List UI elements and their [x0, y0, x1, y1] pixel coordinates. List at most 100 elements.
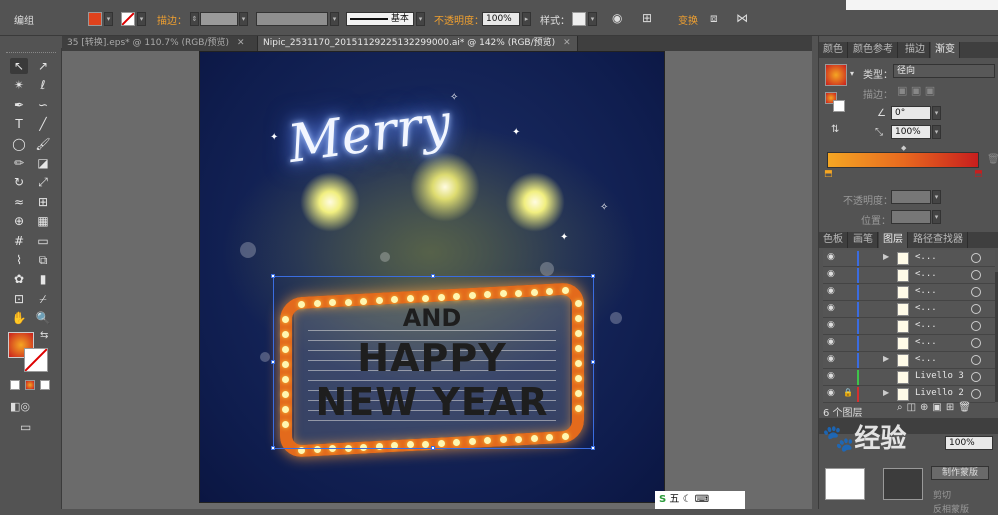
- direct-selection-tool-icon[interactable]: ↗: [34, 58, 52, 74]
- target-circle-icon[interactable]: [971, 372, 981, 382]
- tab-gradient[interactable]: 渐变: [931, 42, 960, 58]
- eye-icon[interactable]: ◉: [827, 320, 835, 330]
- chevron-down-icon[interactable]: ▾: [850, 69, 854, 78]
- layer-row[interactable]: ◉ ▶ <...: [823, 352, 995, 369]
- fill-swatch[interactable]: [88, 12, 102, 26]
- graphic-style-swatch[interactable]: [572, 12, 586, 26]
- layer-row[interactable]: ◉ <...: [823, 267, 995, 284]
- close-icon[interactable]: ✕: [237, 38, 245, 48]
- tab-brushes[interactable]: 画笔: [849, 232, 878, 248]
- stroke-weight-stepper[interactable]: ⇕: [190, 12, 199, 26]
- tab-color-guide[interactable]: 颜色参考: [849, 42, 898, 58]
- stroke-color-box[interactable]: [24, 348, 48, 372]
- blend-tool-icon[interactable]: ⧉: [34, 252, 52, 268]
- location-dropdown-icon[interactable]: ▾: [932, 210, 941, 224]
- selection-handle[interactable]: [591, 446, 595, 450]
- pencil-tool-icon[interactable]: ✏: [10, 155, 28, 171]
- opacity-label[interactable]: 不透明度：: [434, 12, 484, 27]
- gradient-type-select[interactable]: 径向: [893, 64, 995, 78]
- stop-opacity-dropdown-icon[interactable]: ▾: [932, 190, 941, 204]
- layer-row[interactable]: ◉ <...: [823, 335, 995, 352]
- selection-handle[interactable]: [271, 360, 275, 364]
- brush-definition[interactable]: 基本: [346, 12, 414, 26]
- selection-tool-icon[interactable]: ↖: [10, 58, 28, 74]
- stroke-weight-dropdown-icon[interactable]: ▾: [239, 12, 248, 26]
- warp-tool-icon[interactable]: ≈: [10, 194, 28, 210]
- stroke-swatch[interactable]: [121, 12, 135, 26]
- none-mode-icon[interactable]: [40, 380, 50, 390]
- layer-row[interactable]: ◉ Livello 3: [823, 369, 995, 386]
- stop-opacity-field[interactable]: [891, 190, 931, 204]
- paintbrush-tool-icon[interactable]: 🖌: [34, 136, 52, 152]
- selection-handle[interactable]: [591, 274, 595, 278]
- slice-tool-icon[interactable]: ⌿: [34, 291, 52, 307]
- color-stop-icon[interactable]: ⬒: [824, 169, 833, 179]
- free-transform-tool-icon[interactable]: ⊞: [34, 194, 52, 210]
- brush-dropdown-icon[interactable]: ▾: [416, 12, 425, 26]
- layer-row[interactable]: ◉ 🔒 ▶ Livello 2: [823, 386, 995, 403]
- tab-color[interactable]: 颜色: [819, 42, 848, 58]
- scale-tool-icon[interactable]: ⤢: [34, 174, 52, 190]
- reverse-gradient-icon[interactable]: ⇅: [831, 124, 839, 135]
- close-icon[interactable]: ✕: [563, 38, 571, 48]
- gradient-slider[interactable]: [827, 152, 979, 168]
- target-circle-icon[interactable]: [971, 304, 981, 314]
- transform-link[interactable]: 变换: [678, 12, 698, 27]
- artboard-tool-icon[interactable]: ⊡: [10, 291, 28, 307]
- screen-mode-icon[interactable]: ▭: [20, 420, 31, 434]
- variable-width-profile[interactable]: [256, 12, 328, 26]
- layer-row[interactable]: ◉ ▶ <...: [823, 250, 995, 267]
- target-circle-icon[interactable]: [971, 389, 981, 399]
- symbol-sprayer-tool-icon[interactable]: ✿: [10, 271, 28, 287]
- hand-tool-icon[interactable]: ✋: [10, 310, 28, 326]
- target-circle-icon[interactable]: [971, 270, 981, 280]
- target-circle-icon[interactable]: [971, 338, 981, 348]
- ellipse-tool-icon[interactable]: ◯: [10, 136, 28, 152]
- align-icon[interactable]: ⊞: [642, 11, 652, 25]
- mesh-tool-icon[interactable]: #: [10, 233, 28, 249]
- tab-pathfinder[interactable]: 路径查找器: [909, 232, 968, 248]
- isolate-icon[interactable]: ⧈: [710, 11, 718, 26]
- gradient-preview[interactable]: [825, 64, 847, 86]
- layer-row[interactable]: ◉ <...: [823, 284, 995, 301]
- curvature-tool-icon[interactable]: ∽: [34, 97, 52, 113]
- layer-row[interactable]: ◉ <...: [823, 301, 995, 318]
- expand-triangle-icon[interactable]: ▶: [883, 252, 889, 261]
- recolor-icon[interactable]: ◉: [612, 11, 622, 25]
- make-mask-button[interactable]: 制作蒙版: [931, 466, 989, 480]
- eye-icon[interactable]: ◉: [827, 337, 835, 347]
- eye-icon[interactable]: ◉: [827, 269, 835, 279]
- expand-triangle-icon[interactable]: ▶: [883, 388, 889, 397]
- angle-dropdown-icon[interactable]: ▾: [932, 106, 941, 120]
- tab-document-1[interactable]: 35 [转换].eps* @ 110.7% (RGB/预览) ✕: [62, 36, 258, 51]
- shape-builder-tool-icon[interactable]: ⊕: [10, 213, 28, 229]
- lasso-tool-icon[interactable]: ℓ: [34, 77, 52, 93]
- graph-tool-icon[interactable]: ▮: [34, 271, 52, 287]
- arrange-icon[interactable]: ⋈: [736, 11, 748, 25]
- stroke-mini-swatch[interactable]: [833, 100, 845, 112]
- gradient-tool-icon[interactable]: ▭: [34, 233, 52, 249]
- midpoint-icon[interactable]: ◆: [901, 144, 906, 152]
- panel-grip[interactable]: [6, 52, 56, 56]
- angle-field[interactable]: 0°: [891, 106, 931, 120]
- eye-icon[interactable]: ◉: [827, 252, 835, 262]
- trash-icon[interactable]: 🗑: [987, 154, 998, 165]
- profile-dropdown-icon[interactable]: ▾: [330, 12, 339, 26]
- clip-checkbox[interactable]: 剪切: [933, 488, 951, 501]
- stroke-label[interactable]: 描边：: [157, 12, 187, 27]
- tab-document-2[interactable]: Nipic_2531170_20151129225132299000.ai* @…: [258, 36, 578, 51]
- pen-tool-icon[interactable]: ✒: [10, 97, 28, 113]
- aspect-ratio-field[interactable]: 100%: [891, 125, 931, 139]
- location-field[interactable]: [891, 210, 931, 224]
- selection-bounding-box[interactable]: [273, 276, 594, 449]
- aspect-dropdown-icon[interactable]: ▾: [932, 125, 941, 139]
- layer-row[interactable]: ◉ <...: [823, 318, 995, 335]
- color-mode-icon[interactable]: [10, 380, 20, 390]
- target-circle-icon[interactable]: [971, 355, 981, 365]
- ime-toolbar[interactable]: S 五 ☾ ⌨: [655, 491, 745, 509]
- eye-icon[interactable]: ◉: [827, 303, 835, 313]
- eye-icon[interactable]: ◉: [827, 286, 835, 296]
- color-stop-icon[interactable]: ⬒: [974, 169, 983, 179]
- line-tool-icon[interactable]: ╱: [34, 116, 52, 132]
- selection-handle[interactable]: [431, 274, 435, 278]
